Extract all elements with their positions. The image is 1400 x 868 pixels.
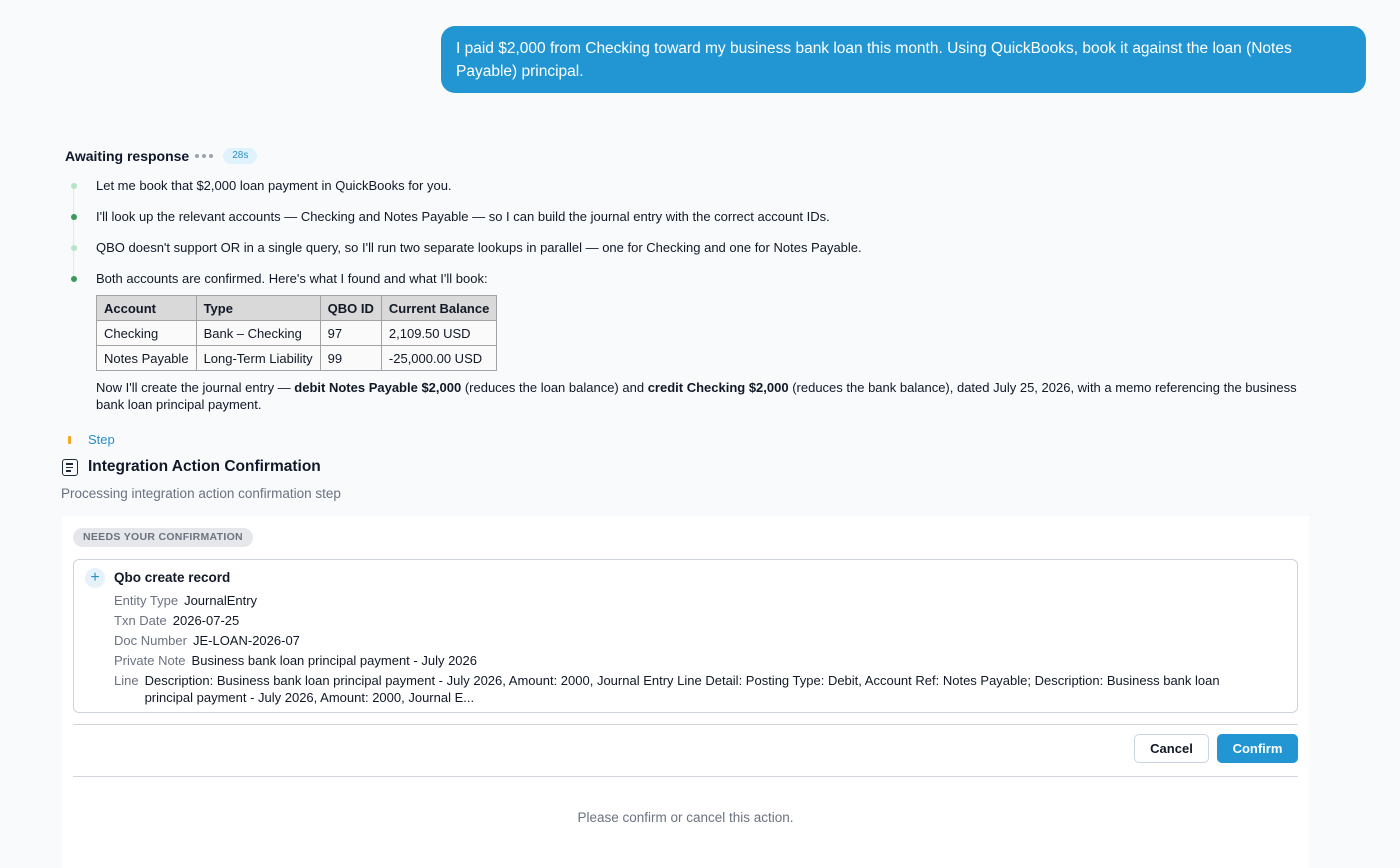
step-link[interactable]: Step xyxy=(68,432,115,447)
step-header: Integration Action Confirmation xyxy=(62,458,321,476)
plan-debit: debit Notes Payable $2,000 xyxy=(294,380,462,395)
step-label: Step xyxy=(88,432,115,447)
field-value: JE-LOAN-2026-07 xyxy=(192,633,300,648)
field-doc-number: Doc Number JE-LOAN-2026-07 xyxy=(114,632,300,649)
confirm-button[interactable]: Confirm xyxy=(1217,734,1298,763)
divider xyxy=(73,776,1298,777)
cancel-button[interactable]: Cancel xyxy=(1134,734,1209,763)
field-value: JournalEntry xyxy=(184,593,258,608)
field-label: Private Note xyxy=(114,653,186,668)
timeline-item: Let me book that $2,000 loan payment in … xyxy=(96,178,452,193)
field-value: Business bank loan principal payment - J… xyxy=(191,653,477,668)
confirmation-badge: NEEDS YOUR CONFIRMATION xyxy=(73,528,253,547)
step-subtitle: Processing integration action confirmati… xyxy=(61,486,341,501)
table-cell: Checking xyxy=(96,320,197,346)
timeline-dot-icon xyxy=(71,276,77,282)
column-header: Account xyxy=(96,295,197,321)
timer-badge: 28s xyxy=(223,148,258,164)
column-header: Type xyxy=(195,295,321,321)
step-marker-icon xyxy=(68,435,71,444)
plan-text: (reduces the loan balance) and xyxy=(461,380,648,395)
timeline-dot-icon xyxy=(71,183,77,189)
timeline-dot-icon xyxy=(71,214,77,220)
expand-plus-icon[interactable]: + xyxy=(85,568,105,588)
table-cell: 99 xyxy=(319,345,382,371)
field-label: Line xyxy=(114,673,139,688)
status-header: Awaiting response 28s xyxy=(65,147,258,165)
field-txn-date: Txn Date 2026-07-25 xyxy=(114,612,239,629)
table-header-row: Account Type QBO ID Current Balance xyxy=(96,295,498,321)
field-value: Description: Business bank loan principa… xyxy=(144,673,1220,705)
field-label: Txn Date xyxy=(114,613,167,628)
table-cell: Bank – Checking xyxy=(195,320,321,346)
confirmation-card: NEEDS YOUR CONFIRMATION + Qbo create rec… xyxy=(62,516,1309,868)
step-title: Integration Action Confirmation xyxy=(88,458,321,475)
field-entity-type: Entity Type JournalEntry xyxy=(114,592,257,609)
table-cell: Long-Term Liability xyxy=(195,345,321,371)
field-private-note: Private Note Business bank loan principa… xyxy=(114,652,477,669)
plan-credit: credit Checking $2,000 xyxy=(647,380,789,395)
column-header: Current Balance xyxy=(380,295,498,321)
timeline-item: I'll look up the relevant accounts — Che… xyxy=(96,209,830,224)
journal-entry-plan: Now I'll create the journal entry — debi… xyxy=(96,379,1306,413)
timeline-item: Both accounts are confirmed. Here's what… xyxy=(96,271,488,286)
field-label: Doc Number xyxy=(114,633,187,648)
timeline-dot-icon xyxy=(71,245,77,251)
field-line: Line Description: Business bank loan pri… xyxy=(114,672,1259,706)
field-label: Entity Type xyxy=(114,593,179,608)
column-header: QBO ID xyxy=(319,295,382,321)
chat-page: I paid $2,000 from Checking toward my bu… xyxy=(0,0,1400,868)
table-cell: 2,109.50 USD xyxy=(380,320,498,346)
table-cell: 97 xyxy=(319,320,382,346)
divider xyxy=(73,724,1298,725)
accounts-table: Account Type QBO ID Current Balance Chec… xyxy=(96,295,498,371)
record-title: Qbo create record xyxy=(114,570,231,585)
table-cell: Notes Payable xyxy=(96,345,197,371)
field-value: 2026-07-25 xyxy=(172,613,240,628)
plan-text: Now I'll create the journal entry — xyxy=(96,380,295,395)
timeline-item: QBO doesn't support OR in a single query… xyxy=(96,240,862,255)
user-message-bubble: I paid $2,000 from Checking toward my bu… xyxy=(441,26,1366,93)
typing-dots-icon xyxy=(195,154,214,158)
table-row: Checking Bank – Checking 97 2,109.50 USD xyxy=(96,320,498,346)
confirmation-prompt: Please confirm or cancel this action. xyxy=(577,810,794,825)
table-cell: -25,000.00 USD xyxy=(380,345,498,371)
table-row: Notes Payable Long-Term Liability 99 -25… xyxy=(96,345,498,371)
timeline-connector xyxy=(73,184,74,280)
record-details: + Qbo create record Entity Type JournalE… xyxy=(73,559,1298,713)
status-title: Awaiting response xyxy=(65,148,190,164)
document-list-icon xyxy=(62,458,78,476)
